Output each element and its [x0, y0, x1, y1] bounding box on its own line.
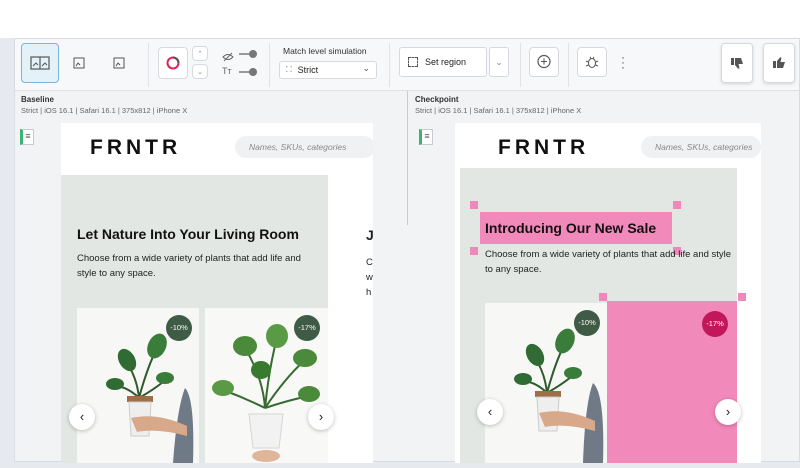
baseline-collapse-button[interactable]: ≡: [20, 129, 34, 145]
toolbar: ⌃ ⌄ Tт Match level simulation ⛶ Strict ⌄…: [15, 39, 799, 91]
checkpoint-title: Checkpoint: [415, 95, 459, 104]
set-region-label: Set region: [425, 57, 467, 67]
hero-description: Choose from a wide variety of plants tha…: [77, 253, 301, 279]
side-by-side-view-button[interactable]: [21, 43, 59, 83]
more-options-icon[interactable]: · · ·: [621, 51, 625, 73]
baseline-only-view-button[interactable]: [63, 45, 95, 81]
region-select-icon: [408, 57, 418, 67]
match-level-value: Strict: [297, 65, 319, 75]
baseline-meta: Strict | iOS 16.1 | Safari 16.1 | 375x81…: [21, 106, 188, 115]
toolbar-divider: [568, 43, 569, 87]
pane-divider: [407, 91, 408, 225]
chevron-down-icon: ⌄: [495, 56, 503, 67]
report-bug-button[interactable]: [577, 47, 607, 77]
product-card[interactable]: -17%: [205, 308, 328, 463]
site-logo: FRNTR: [90, 136, 182, 159]
diff-handle[interactable]: [470, 201, 478, 209]
chevron-down-icon: ⌄: [197, 68, 203, 76]
image-icon: [73, 57, 85, 69]
checkpoint-collapse-button[interactable]: ≡: [419, 129, 433, 145]
diff-handle[interactable]: [470, 247, 478, 255]
bug-icon: [585, 56, 599, 68]
carousel-prev-button[interactable]: ‹: [69, 404, 95, 430]
carousel-next-button[interactable]: ›: [715, 399, 741, 425]
product-card[interactable]: -10%: [77, 308, 199, 463]
top-bar: [0, 0, 800, 38]
site-search: Names, SKUs, categories: [641, 136, 761, 158]
match-level-select[interactable]: ⛶ Strict ⌄: [279, 61, 377, 79]
site-logo: FRNTR: [498, 136, 590, 159]
baseline-title: Baseline: [21, 95, 54, 104]
menu-icon: ≡: [424, 131, 430, 141]
checkpoint-only-view-button[interactable]: [103, 45, 135, 81]
reject-button[interactable]: [721, 43, 753, 83]
next-slide-title: J: [366, 227, 373, 243]
site-search: Names, SKUs, categories: [235, 136, 373, 158]
diff-highlight-toggle[interactable]: [158, 47, 188, 79]
checkpoint-screenshot: FRNTR Names, SKUs, categories Introducin…: [455, 123, 761, 463]
thumbs-up-icon: [773, 57, 785, 68]
discount-badge: -17%: [294, 315, 320, 341]
chevron-down-icon: ⌄: [362, 63, 370, 73]
toolbar-divider: [389, 43, 390, 87]
discount-badge: -10%: [166, 315, 192, 341]
chevron-up-icon: ⌃: [197, 50, 203, 58]
baseline-screenshot: FRNTR Names, SKUs, categories J Cwh Let …: [61, 123, 373, 463]
diff-down-button[interactable]: ⌄: [192, 64, 208, 79]
discount-badge: -10%: [574, 310, 600, 336]
next-slide-text: Cwh: [366, 257, 373, 298]
hero-title: Introducing Our New Sale: [485, 220, 657, 236]
carousel-next-button[interactable]: ›: [308, 404, 334, 430]
add-comment-icon: [537, 54, 551, 69]
image-icon: [113, 57, 125, 69]
match-level-label: Match level simulation: [283, 46, 367, 56]
toolbar-divider: [520, 43, 521, 87]
diff-ring-icon: [166, 56, 180, 70]
set-region-button[interactable]: Set region: [399, 47, 487, 77]
diff-handle[interactable]: [738, 293, 746, 301]
comparison-panel: ⌃ ⌄ Tт Match level simulation ⛶ Strict ⌄…: [14, 38, 800, 463]
toolbar-divider: [148, 43, 149, 87]
menu-icon: ≡: [25, 131, 31, 141]
accept-button[interactable]: [763, 43, 795, 83]
discount-badge: -17%: [702, 311, 728, 337]
diff-up-button[interactable]: ⌃: [192, 46, 208, 61]
ignore-toggle[interactable]: [239, 50, 257, 58]
next-slide: [342, 175, 373, 463]
product-card[interactable]: -10%: [485, 303, 607, 463]
next-slide: [749, 168, 761, 463]
toolbar-divider: [269, 43, 270, 87]
text-toggle[interactable]: [239, 68, 257, 76]
region-dropdown-button[interactable]: ⌄: [489, 47, 509, 77]
thumbs-down-icon: [731, 58, 743, 69]
text-size-icon: Tт: [222, 66, 232, 76]
side-by-side-icon: [30, 56, 50, 70]
checkpoint-meta: Strict | iOS 16.1 | Safari 16.1 | 375x81…: [415, 106, 582, 115]
hero-description: Choose from a wide variety of plants tha…: [485, 249, 732, 275]
diff-handle[interactable]: [599, 293, 607, 301]
crop-icon: ⛶: [286, 65, 292, 74]
eye-off-icon: [222, 49, 234, 67]
carousel-prev-button[interactable]: ‹: [477, 399, 503, 425]
add-remark-button[interactable]: [529, 47, 559, 77]
hero-title: Let Nature Into Your Living Room: [77, 226, 299, 242]
diff-handle[interactable]: [673, 201, 681, 209]
